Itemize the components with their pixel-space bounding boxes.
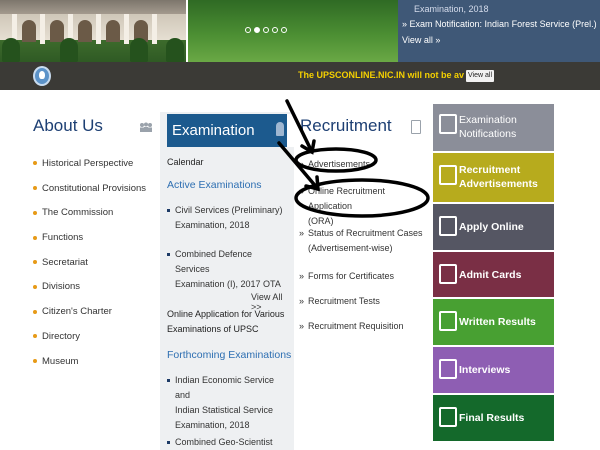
about-link-secretariat[interactable]: Secretariat (33, 257, 163, 282)
examination-section: Examination Calendar Active Examinations… (160, 112, 294, 450)
about-link-functions[interactable]: Functions (33, 232, 163, 257)
people-icon (140, 122, 152, 132)
about-us-list: Historical Perspective Constitutional Pr… (33, 158, 163, 380)
announcement-bar: The UPSCONLINE.NIC.IN will not be availa… (0, 62, 600, 90)
slider-dot[interactable] (245, 27, 251, 33)
recruitment-link-status-cases[interactable]: Status of Recruitment Cases (Advertiseme… (299, 226, 429, 256)
news-panel: Examination, 2018 Exam Notification: Ind… (398, 0, 600, 62)
slider-dot[interactable] (272, 27, 278, 33)
banner-lawn-photo (188, 0, 398, 62)
document-list-icon (439, 407, 457, 427)
about-link-directory[interactable]: Directory (33, 331, 163, 356)
announcement-text[interactable]: The UPSCONLINE.NIC.IN will not be availa… (298, 70, 464, 80)
slider-dot[interactable] (263, 27, 269, 33)
slider-dot[interactable] (281, 27, 287, 33)
news-view-all-link[interactable]: View all » (402, 34, 600, 47)
about-link-constitutional-provisions[interactable]: Constitutional Provisions (33, 183, 163, 208)
notification-icon (439, 114, 457, 134)
tile-admit-cards[interactable]: Admit Cards (433, 252, 554, 297)
about-link-museum[interactable]: Museum (33, 356, 163, 381)
person-icon (276, 122, 284, 136)
tile-apply-online[interactable]: Apply Online (433, 204, 554, 250)
recruitment-link-ora[interactable]: Online Recruitment Application (ORA) (299, 184, 429, 229)
recruitment-link-tests[interactable]: Recruitment Tests (299, 294, 429, 309)
slider-dot-active[interactable] (254, 27, 260, 33)
megaphone-icon (439, 165, 457, 185)
clipboard-icon (411, 120, 421, 134)
bar-chart-icon (439, 311, 457, 331)
tile-interviews[interactable]: Interviews (433, 347, 554, 393)
exam-link-ies-iss[interactable]: Indian Economic Service and Indian Stati… (167, 373, 289, 433)
tile-examination-notifications[interactable]: Examination Notifications (433, 104, 554, 151)
recruitment-link-requisition[interactable]: Recruitment Requisition (299, 319, 429, 334)
banner-building-photo (0, 0, 186, 62)
id-card-icon (439, 264, 457, 284)
tile-written-results[interactable]: Written Results (433, 299, 554, 345)
examination-title: Examination (172, 122, 255, 139)
bulb-icon (33, 66, 51, 86)
about-link-divisions[interactable]: Divisions (33, 281, 163, 306)
news-item-link[interactable]: Exam Notification: Indian Forest Service… (402, 18, 600, 31)
calendar-link[interactable]: Calendar (167, 155, 204, 170)
exam-link-geo-scientist[interactable]: Combined Geo-Scientist and (167, 435, 289, 450)
forthcoming-examinations-heading[interactable]: Forthcoming Examinations (167, 349, 291, 361)
slider-dots[interactable] (245, 27, 287, 33)
announcement-view-all-button[interactable]: View all (466, 70, 494, 82)
examination-header: Examination (167, 114, 287, 147)
recruitment-link-forms-certificates[interactable]: Forms for Certificates (299, 269, 429, 284)
tile-final-results[interactable]: Final Results (433, 395, 554, 441)
exam-link-combined-defence[interactable]: Combined Defence Services Examination (I… (167, 247, 289, 292)
about-link-the-commission[interactable]: The Commission (33, 207, 163, 232)
people-group-icon (439, 359, 457, 379)
tile-recruitment-advertisements[interactable]: Recruitment Advertisements (433, 153, 554, 202)
about-link-historical-perspective[interactable]: Historical Perspective (33, 158, 163, 183)
exam-link-civil-services[interactable]: Civil Services (Preliminary) Examination… (167, 203, 289, 233)
recruitment-title: Recruitment (300, 116, 392, 135)
online-application-link[interactable]: Online Application for Various Examinati… (167, 307, 284, 337)
news-top-line: Examination, 2018 (414, 4, 489, 14)
active-examinations-heading[interactable]: Active Examinations (167, 179, 262, 191)
about-us-title: About Us (33, 116, 103, 135)
about-link-citizens-charter[interactable]: Citizen's Charter (33, 306, 163, 331)
recruitment-link-advertisements[interactable]: Advertisements (299, 157, 429, 172)
form-edit-icon (439, 216, 457, 236)
